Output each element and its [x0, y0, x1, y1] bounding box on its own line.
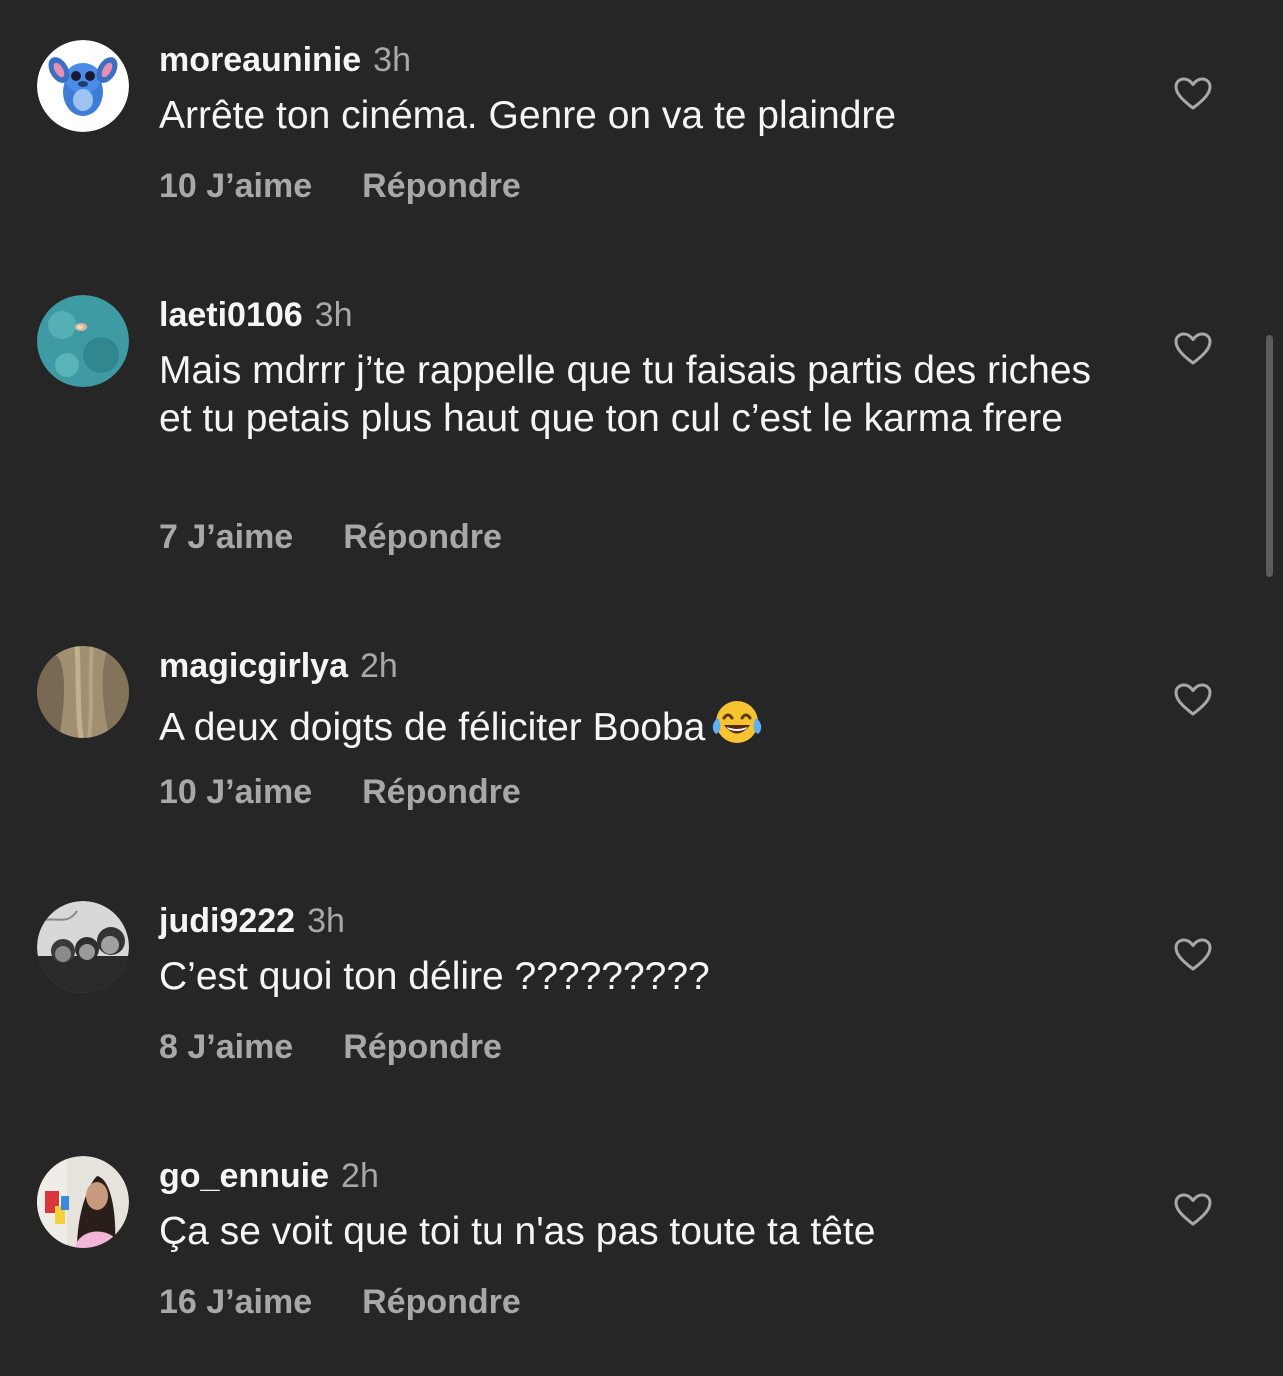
reply-button[interactable]: Répondre [343, 1027, 502, 1067]
heart-icon[interactable] [1173, 680, 1213, 720]
avatar[interactable] [37, 295, 129, 387]
comment-actions: 8 J’aime Répondre [159, 1027, 502, 1067]
username[interactable]: laeti0106 [159, 296, 303, 334]
comment-text: Ça se voit que toi tu n'as pas toute ta … [159, 1210, 876, 1253]
comment-actions: 7 J’aime Répondre [159, 517, 502, 557]
reply-button[interactable]: Répondre [343, 517, 502, 557]
scrollbar[interactable] [1266, 335, 1273, 577]
bw-photo-avatar-icon [37, 901, 129, 993]
username[interactable]: magicgirlya [159, 647, 348, 685]
pool-avatar-icon [37, 295, 129, 387]
comment-time: 2h [359, 647, 398, 685]
comment-actions: 10 J’aime Répondre [159, 772, 521, 812]
username[interactable]: moreauninie [159, 41, 361, 79]
comment-actions: 16 J’aime Répondre [159, 1282, 521, 1322]
comment-time: 3h [307, 902, 345, 940]
tears-of-joy-icon [711, 698, 763, 758]
comment-header: moreauninie 3h [159, 40, 411, 80]
likes-count[interactable]: 10 J’aime [159, 166, 312, 206]
reply-button[interactable]: Répondre [362, 772, 521, 812]
comment-time: 3h [373, 41, 411, 79]
avatar[interactable] [37, 1156, 129, 1248]
comment-text: A deux doigts de féliciter Booba [159, 698, 1119, 758]
comment-header: judi9222 3h [159, 901, 345, 941]
heart-icon[interactable] [1173, 74, 1213, 114]
username[interactable]: go_ennuie [159, 1157, 329, 1195]
comment-text: Arrête ton cinéma. Genre on va te plaind… [159, 94, 897, 137]
heart-icon[interactable] [1173, 329, 1213, 369]
avatar[interactable] [37, 901, 129, 993]
stitch-avatar-icon [37, 40, 129, 132]
comment-header: go_ennuie 2h [159, 1156, 379, 1196]
comment-text: Mais mdrrr j’te rappelle que tu faisais … [159, 349, 1092, 440]
comment-header: magicgirlya 2h [159, 646, 398, 686]
reply-button[interactable]: Répondre [362, 1282, 521, 1322]
hair-avatar-icon [37, 646, 129, 738]
comment-header: laeti0106 3h [159, 295, 353, 335]
comment-time: 3h [314, 296, 353, 334]
likes-count[interactable]: 7 J’aime [159, 517, 293, 557]
heart-icon[interactable] [1173, 1190, 1213, 1230]
selfie-avatar-icon [37, 1156, 129, 1248]
comment-time: 2h [341, 1157, 379, 1195]
avatar[interactable] [37, 646, 129, 738]
comment-actions: 10 J’aime Répondre [159, 166, 521, 206]
comment-text: C’est quoi ton délire ????????? [159, 955, 710, 998]
reply-button[interactable]: Répondre [362, 166, 521, 206]
avatar[interactable] [37, 40, 129, 132]
likes-count[interactable]: 8 J’aime [159, 1027, 293, 1067]
likes-count[interactable]: 16 J’aime [159, 1282, 312, 1322]
comment-text-content: A deux doigts de féliciter Booba [159, 706, 706, 749]
heart-icon[interactable] [1173, 935, 1213, 975]
likes-count[interactable]: 10 J’aime [159, 772, 312, 812]
username[interactable]: judi9222 [159, 902, 295, 940]
